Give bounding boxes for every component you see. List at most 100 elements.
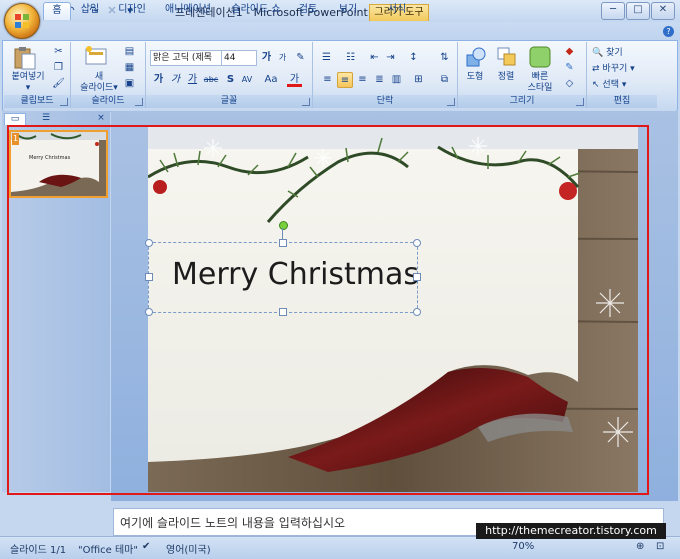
shapes-button[interactable]: 도형 <box>462 72 488 83</box>
bold-button[interactable]: 가 <box>151 72 166 87</box>
tab-home[interactable]: 홈 <box>43 2 71 20</box>
text-direction-icon[interactable]: ⇅ <box>437 50 452 65</box>
spell-check-icon[interactable]: ✔ <box>142 541 150 552</box>
char-spacing-button[interactable]: AV <box>238 72 256 87</box>
tab-insert[interactable]: 삽입 <box>76 2 104 19</box>
cut-icon[interactable]: ✂ <box>51 44 66 59</box>
new-slide-label-1: 새 <box>94 72 104 82</box>
new-slide-arrow-icon: ▾ <box>113 83 118 93</box>
align-text-icon[interactable]: ⊞ <box>411 72 426 87</box>
shadow-button[interactable]: S <box>223 72 238 87</box>
tab-design[interactable]: 디자인 <box>114 2 150 19</box>
shape-effects-icon[interactable]: ◇ <box>562 76 577 91</box>
paragraph-dialog-launcher[interactable] <box>447 98 455 106</box>
change-case-button[interactable]: Aa <box>261 72 281 87</box>
arrange-button[interactable]: 정렬 <box>493 72 519 83</box>
strikethrough-button[interactable]: abc <box>201 72 221 87</box>
reset-icon[interactable]: ▦ <box>122 60 137 75</box>
increase-indent-icon[interactable]: ⇥ <box>383 50 398 65</box>
help-icon[interactable]: ? <box>663 26 674 37</box>
quick-styles-button[interactable]: 빠른 스타일 <box>522 72 558 94</box>
shapes-icon[interactable] <box>464 45 488 69</box>
line-spacing-icon[interactable]: ↕ <box>406 50 421 65</box>
pane-tabs: ▭ ☰ × <box>4 113 108 125</box>
tab-review[interactable]: 검토 <box>294 2 322 19</box>
close-button[interactable]: ✕ <box>651 2 675 20</box>
replace-button[interactable]: ⇄ 바꾸기 ▾ <box>592 61 635 74</box>
pane-close-icon[interactable]: × <box>96 113 106 124</box>
tab-slideshow[interactable]: 슬라이드 쇼 <box>228 2 284 19</box>
zoom-level[interactable]: 70% <box>512 541 534 552</box>
slide-number-badge: 1 <box>12 133 19 145</box>
clipboard-dialog-launcher[interactable] <box>60 98 68 106</box>
layout-icon[interactable]: ▤ <box>122 44 137 59</box>
slide-thumbnail[interactable]: 1 Merry Christmas <box>9 130 108 198</box>
shape-fill-icon[interactable]: ◆ <box>562 44 577 59</box>
resize-handle-left[interactable] <box>145 273 153 281</box>
resize-handle-bottom-left[interactable] <box>145 308 153 316</box>
slides-group-label: 슬라이드 <box>71 95 145 108</box>
decrease-indent-icon[interactable]: ⇤ <box>367 50 382 65</box>
bullets-icon[interactable]: ☰ <box>319 50 334 65</box>
office-button[interactable] <box>4 3 40 39</box>
clear-format-icon[interactable]: ✎ <box>293 50 308 65</box>
select-label: 선택 <box>602 80 619 90</box>
slide-info: 슬라이드 1/1 <box>10 545 67 556</box>
tab-animation[interactable]: 애니메이션 <box>160 2 216 19</box>
resize-handle-bottom[interactable] <box>279 308 287 316</box>
align-center-icon[interactable]: ≡ <box>337 72 353 88</box>
new-slide-button[interactable]: 새 슬라이드▾ <box>76 72 122 94</box>
zoom-in-icon[interactable]: ⊕ <box>636 541 644 552</box>
numbering-icon[interactable]: ☷ <box>343 50 358 65</box>
new-slide-icon[interactable] <box>84 45 108 67</box>
shrink-font-button[interactable]: 가 <box>275 50 290 65</box>
office-logo-icon <box>15 14 29 28</box>
tab-view[interactable]: 보기 <box>334 2 362 19</box>
paste-icon[interactable] <box>12 45 38 71</box>
justify-icon[interactable]: ≣ <box>372 72 387 87</box>
resize-handle-top[interactable] <box>279 239 287 247</box>
resize-handle-top-left[interactable] <box>145 239 153 247</box>
maximize-button[interactable]: □ <box>626 2 650 20</box>
shape-outline-icon[interactable]: ✎ <box>562 60 577 75</box>
paste-button[interactable]: 붙여넣기 ▾ <box>8 72 48 94</box>
underline-button[interactable]: 가 <box>185 72 200 87</box>
columns-icon[interactable]: ▥ <box>389 72 404 87</box>
rotation-handle[interactable] <box>279 221 288 230</box>
align-right-icon[interactable]: ≡ <box>355 72 370 87</box>
theme-name: "Office 테마" <box>78 545 138 556</box>
ribbon-tab-row <box>0 22 680 41</box>
notes-placeholder: 여기에 슬라이드 노트의 내용을 입력하십시오 <box>120 516 346 530</box>
align-left-icon[interactable]: ≡ <box>320 72 335 87</box>
resize-handle-top-right[interactable] <box>413 239 421 247</box>
arrange-icon[interactable] <box>496 45 518 69</box>
resize-handle-bottom-right[interactable] <box>413 308 421 316</box>
select-icon: ↖ <box>592 80 600 90</box>
language-status[interactable]: 영어(미국) <box>166 541 211 556</box>
slides-dialog-launcher[interactable] <box>135 98 143 106</box>
fit-to-window-icon[interactable]: ⊡ <box>656 541 664 552</box>
copy-icon[interactable]: ❐ <box>51 60 66 75</box>
font-size-combobox[interactable]: 44 <box>221 50 257 66</box>
drawing-dialog-launcher[interactable] <box>576 98 584 106</box>
format-painter-icon[interactable]: 🖌 <box>51 76 66 91</box>
smartart-icon[interactable]: ⧉ <box>437 72 452 87</box>
grow-font-button[interactable]: 가 <box>259 50 274 65</box>
font-color-button[interactable]: 가 <box>287 72 302 87</box>
watermark-url: http://themecreator.tistory.com <box>476 523 666 539</box>
delete-slide-icon[interactable]: ▣ <box>122 76 137 91</box>
slide-title-text[interactable]: Merry Christmas <box>172 257 419 292</box>
outline-tab[interactable]: ☰ <box>28 113 64 124</box>
slides-tab[interactable]: ▭ <box>4 113 26 125</box>
tab-format[interactable]: 서식 <box>383 2 411 19</box>
quick-styles-icon[interactable] <box>528 44 552 70</box>
minimize-button[interactable]: ─ <box>601 2 625 20</box>
font-group-label: 글꼴 <box>146 95 312 108</box>
resize-handle-right[interactable] <box>413 273 421 281</box>
select-button[interactable]: ↖ 선택 ▾ <box>592 77 626 90</box>
font-dialog-launcher[interactable] <box>302 98 310 106</box>
font-name-combobox[interactable]: 맑은 고딕 (제목 <box>150 50 222 66</box>
find-button[interactable]: 🔍 찾기 <box>592 45 623 58</box>
italic-button[interactable]: 가 <box>168 72 183 87</box>
replace-label: 바꾸기 <box>602 64 628 74</box>
